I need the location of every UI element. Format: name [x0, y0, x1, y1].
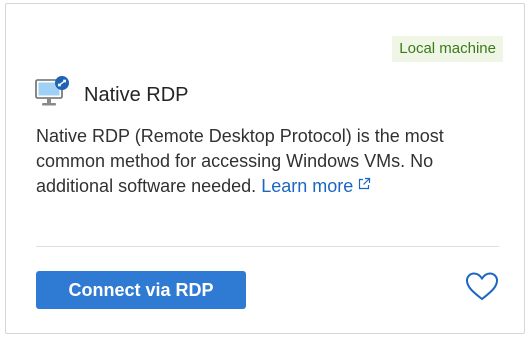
external-link-icon: [359, 177, 371, 190]
heart-outline-icon: [465, 272, 499, 301]
favorite-button[interactable]: [464, 270, 500, 304]
rdp-option-card: Local machine Native RDP Native RDP (Rem…: [5, 3, 525, 334]
learn-more-label: Learn more: [261, 176, 354, 196]
card-title: Native RDP: [84, 84, 189, 106]
card-divider: [36, 246, 499, 247]
description-text: Native RDP (Remote Desktop Protocol) is …: [36, 126, 444, 196]
card-description: Native RDP (Remote Desktop Protocol) is …: [36, 124, 498, 199]
connect-via-rdp-button[interactable]: Connect via RDP: [36, 271, 246, 309]
local-machine-badge: Local machine: [392, 36, 503, 62]
learn-more-link[interactable]: Learn more: [261, 176, 371, 196]
remote-desktop-monitor-icon: [35, 76, 69, 106]
